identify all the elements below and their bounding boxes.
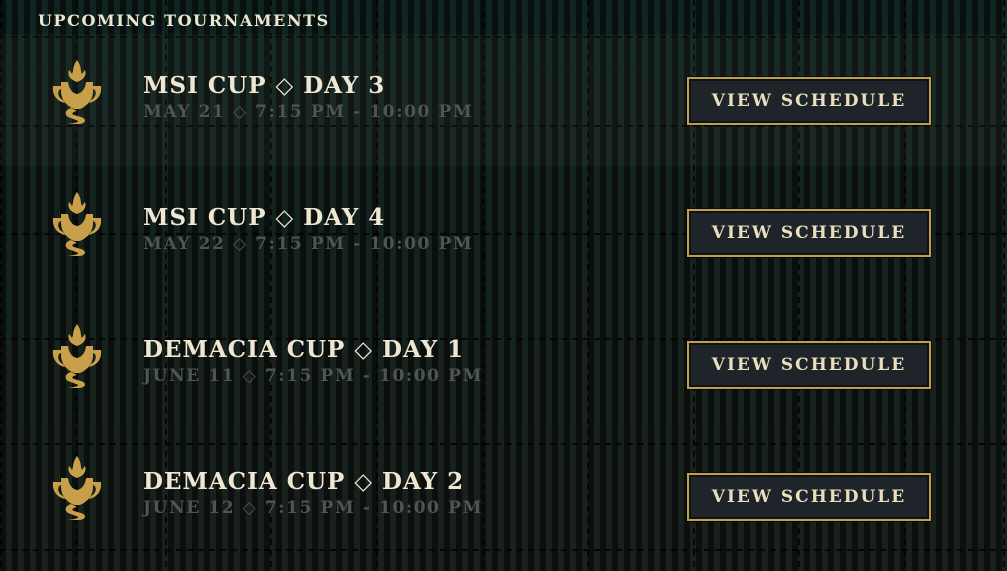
tournament-schedule: MAY 21 ◇ 7:15 PM - 10:00 PM — [143, 102, 474, 122]
tournament-schedule: JUNE 11 ◇ 7:15 PM - 10:00 PM — [143, 366, 483, 386]
view-schedule-button[interactable]: VIEW SCHEDULE — [687, 341, 931, 389]
tournament-schedule: JUNE 12 ◇ 7:15 PM - 10:00 PM — [143, 498, 483, 518]
view-schedule-button[interactable]: VIEW SCHEDULE — [687, 473, 931, 521]
tournament-row: MSI CUP ◇ DAY 4 MAY 22 ◇ 7:15 PM - 10:00… — [0, 166, 1007, 298]
tournament-schedule: MAY 22 ◇ 7:15 PM - 10:00 PM — [143, 234, 474, 254]
tournament-row: DEMACIA CUP ◇ DAY 2 JUNE 12 ◇ 7:15 PM - … — [0, 430, 1007, 562]
view-schedule-button[interactable]: VIEW SCHEDULE — [687, 209, 931, 257]
section-heading: UPCOMING TOURNAMENTS — [38, 11, 330, 30]
view-schedule-button[interactable]: VIEW SCHEDULE — [687, 77, 931, 125]
trophy-icon — [52, 456, 102, 520]
tournament-row: MSI CUP ◇ DAY 3 MAY 21 ◇ 7:15 PM - 10:00… — [0, 34, 1007, 166]
tournament-title: DEMACIA CUP ◇ DAY 2 — [143, 468, 465, 495]
tournament-title: MSI CUP ◇ DAY 3 — [143, 72, 386, 99]
tournament-title: MSI CUP ◇ DAY 4 — [143, 204, 386, 231]
tournament-row: DEMACIA CUP ◇ DAY 1 JUNE 11 ◇ 7:15 PM - … — [0, 298, 1007, 430]
trophy-icon — [52, 324, 102, 388]
tournament-title: DEMACIA CUP ◇ DAY 1 — [143, 336, 465, 363]
trophy-icon — [52, 60, 102, 124]
trophy-icon — [52, 192, 102, 256]
